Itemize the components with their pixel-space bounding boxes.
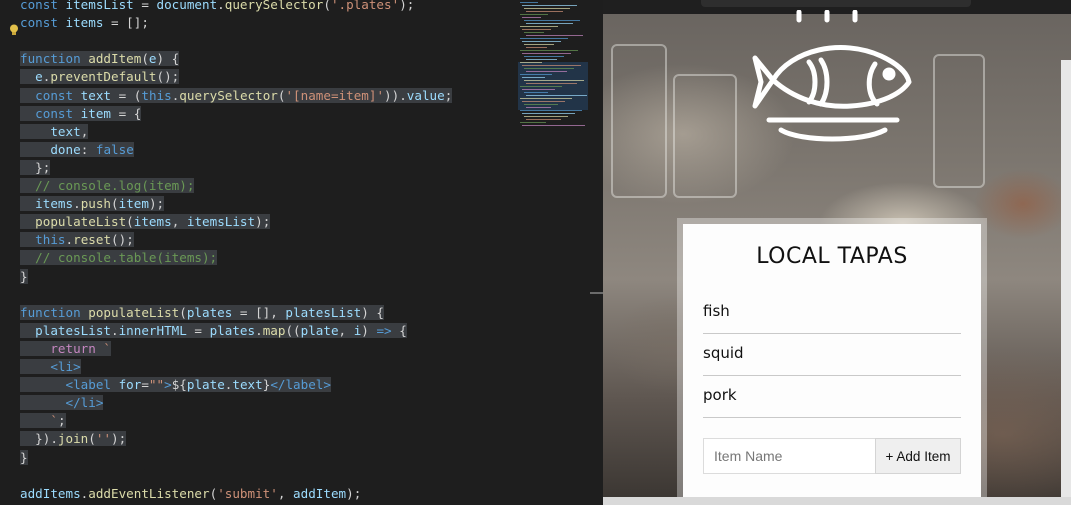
code-line[interactable]: return ` xyxy=(20,340,112,358)
minimap-line xyxy=(524,104,558,105)
code-line[interactable]: }).join(''); xyxy=(20,430,127,448)
minimap-line xyxy=(522,125,585,126)
plate-label: squid xyxy=(703,344,744,362)
minimap-line xyxy=(522,17,541,18)
minimap-line xyxy=(526,119,561,120)
minimap-line xyxy=(522,41,561,42)
code-line[interactable]: }; xyxy=(20,159,51,177)
minimap-line xyxy=(526,83,577,84)
minimap-line xyxy=(522,89,555,90)
minimap-line xyxy=(524,92,548,93)
code-line[interactable]: addItems.addEventListener('submit', addI… xyxy=(20,485,361,503)
minimap-line xyxy=(522,65,581,66)
code-line[interactable]: this.reset(); xyxy=(20,231,134,249)
plate-label: pork xyxy=(703,386,737,404)
minimap-line xyxy=(524,44,554,45)
minimap-line xyxy=(524,116,568,117)
minimap-line xyxy=(526,23,573,24)
code-line[interactable]: function populateList(plates = [], plate… xyxy=(20,304,384,322)
code-line[interactable]: // console.table(items); xyxy=(20,249,218,267)
code-line[interactable]: } xyxy=(20,268,28,286)
code-line[interactable]: const text = (this.querySelector('[name=… xyxy=(20,87,453,105)
minimap-line xyxy=(520,62,542,63)
minimap-line xyxy=(526,47,547,48)
minimap-line xyxy=(524,68,574,69)
preview-scrollbar[interactable] xyxy=(1061,60,1071,497)
code-line[interactable]: // console.log(item); xyxy=(20,177,195,195)
code-editor[interactable]: const itemsList = document.querySelector… xyxy=(0,0,512,505)
plate-list-item[interactable]: pork xyxy=(703,376,961,418)
code-line[interactable]: const items = []; xyxy=(20,14,149,32)
item-name-input[interactable] xyxy=(703,438,880,474)
code-line[interactable]: const item = { xyxy=(20,105,142,123)
minimap[interactable] xyxy=(512,0,590,505)
lightbulb-icon[interactable] xyxy=(9,24,19,36)
minimap-line xyxy=(520,38,568,39)
code-line[interactable]: platesList.innerHTML = plates.map((plate… xyxy=(20,322,407,340)
minimap-line xyxy=(520,50,578,51)
minimap-line xyxy=(522,5,577,6)
add-item-button[interactable]: + Add Item xyxy=(875,438,961,474)
minimap-line xyxy=(526,59,557,60)
minimap-line xyxy=(522,113,575,114)
minimap-line xyxy=(520,2,538,3)
preview-status-bar xyxy=(603,497,1071,505)
minimap-line xyxy=(520,86,562,87)
code-line[interactable]: `; xyxy=(20,412,66,430)
minimap-line xyxy=(526,71,567,72)
page-title: LOCAL TAPAS xyxy=(756,244,908,269)
code-line[interactable]: done: false xyxy=(20,141,134,159)
glass-right xyxy=(933,54,985,188)
fish-plate-logo-icon xyxy=(752,10,912,142)
code-line[interactable]: e.preventDefault(); xyxy=(20,68,180,86)
minimap-line xyxy=(520,14,548,15)
code-line[interactable]: items.push(item); xyxy=(20,195,165,213)
minimap-line xyxy=(526,11,563,12)
minimap-line xyxy=(526,95,587,96)
minimap-line xyxy=(526,35,583,36)
minimap-line xyxy=(524,20,580,21)
code-line[interactable]: <label for="">${plate.text}</label> xyxy=(20,376,331,394)
minimap-line xyxy=(524,56,564,57)
code-line[interactable]: } xyxy=(20,449,28,467)
water-glass xyxy=(673,74,737,198)
minimap-line xyxy=(524,8,570,9)
tapas-card: LOCAL TAPAS fish squid pork + Add Item xyxy=(683,224,981,497)
code-line[interactable]: populateList(items, itemsList); xyxy=(20,213,271,231)
minimap-line xyxy=(520,110,582,111)
minimap-line xyxy=(522,29,551,30)
minimap-line xyxy=(524,80,584,81)
plate-list-item[interactable]: fish xyxy=(703,292,961,334)
minimap-line xyxy=(520,98,572,99)
minimap-line xyxy=(522,101,565,102)
plate-list-item[interactable]: squid xyxy=(703,334,961,376)
wine-glass xyxy=(611,44,667,198)
minimap-line xyxy=(522,53,571,54)
editor-scrollbar[interactable] xyxy=(590,0,603,505)
scroll-marker xyxy=(590,292,603,294)
code-line[interactable]: const itemsList = document.querySelector… xyxy=(20,0,414,14)
code-line[interactable]: function addItem(e) { xyxy=(20,50,180,68)
minimap-line xyxy=(520,26,558,27)
minimap-line xyxy=(520,74,552,75)
minimap-line xyxy=(526,107,551,108)
plate-label: fish xyxy=(703,302,730,320)
minimap-line xyxy=(522,77,545,78)
code-line[interactable]: </li> xyxy=(20,394,104,412)
browser-preview: LOCAL TAPAS fish squid pork + Add Item xyxy=(603,0,1071,505)
minimap-line xyxy=(520,122,546,123)
code-line[interactable]: text, xyxy=(20,123,89,141)
code-line[interactable]: <li> xyxy=(20,358,81,376)
address-bar[interactable] xyxy=(701,0,971,7)
minimap-line xyxy=(524,32,544,33)
